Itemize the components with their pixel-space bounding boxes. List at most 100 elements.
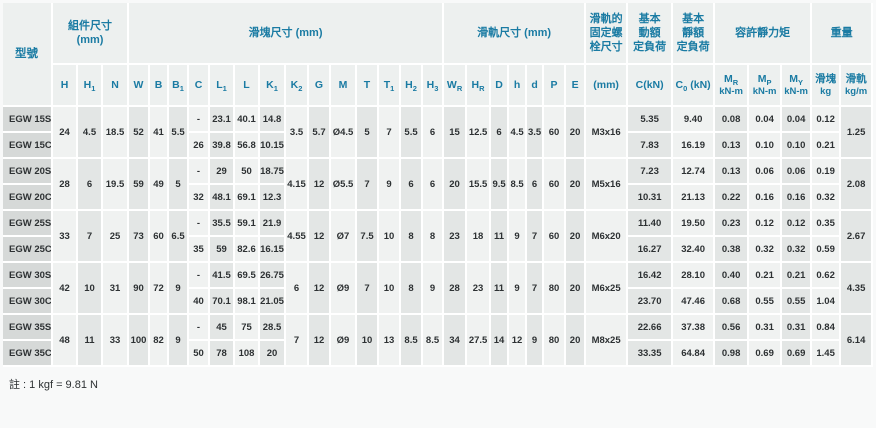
cell-HR: 12.5 [467,107,491,159]
cell-D: 11 [491,211,509,263]
cell-L: 82.6 [235,237,260,263]
cell-H2: 6 [401,159,423,211]
cell-bolt: M6x20 [586,211,628,263]
group-header-basic-dynamic-load: 基本 動額 定負荷 [628,3,673,65]
group-header-block: 滑塊尺寸 (mm) [129,3,444,65]
col-header-K2: K2 [286,65,309,107]
cell-G: 12 [309,263,331,315]
col-label-base: C [676,79,684,91]
col-label-base: E [572,79,579,91]
cell-CkN: 11.40 [628,211,673,237]
cell-H: 42 [53,263,78,315]
model-cell: EGW 35CB [3,341,53,367]
col-label-subscript: 2 [298,84,302,93]
cell-T: 7.5 [357,211,379,263]
cell-d: 7 [527,211,544,263]
model-column-header: 型號 [3,3,53,107]
cell-T: 10 [357,315,379,367]
cell-H3: 8.5 [423,315,444,367]
col-header-bolt: (mm) [586,65,628,107]
model-cell: EGW 35SB [3,315,53,341]
col-header-HR: HR [467,65,491,107]
cell-MR: 0.08 [715,107,749,133]
cell-MP: 0.06 [749,159,782,185]
cell-E: 20 [566,315,586,367]
cell-L: 69.1 [235,185,260,211]
cell-h: 12 [509,315,527,367]
col-header-rail_kg: 滑軌kg/m [841,65,873,107]
cell-G: 12 [309,211,331,263]
cell-MY: 0.06 [782,159,812,185]
cell-B1: 6.5 [169,211,189,263]
col-header-P: P [544,65,566,107]
col-header-d: d [527,65,544,107]
cell-D: 6 [491,107,509,159]
cell-K1: 12.3 [260,185,286,211]
col-header-H3: H3 [423,65,444,107]
footnote: 註 : 1 kgf = 9.81 N [3,367,873,392]
cell-rail_kg: 6.14 [841,315,873,367]
cell-rail_kg: 1.25 [841,107,873,159]
cell-K2: 7 [286,315,309,367]
cell-L: 40.1 [235,107,260,133]
cell-B1: 9 [169,263,189,315]
col-header-h: h [509,65,527,107]
cell-rail_kg: 4.35 [841,263,873,315]
col-label-base: G [315,79,323,91]
cell-MR: 0.38 [715,237,749,263]
cell-T1: 13 [379,315,401,367]
cell-block_kg: 0.62 [812,263,841,289]
group-header-basic-static-load: 基本 靜額 定負荷 [673,3,715,65]
cell-B: 49 [150,159,169,211]
col-header-L1: L1 [210,65,235,107]
cell-rail_kg: 2.08 [841,159,873,211]
row-egw-15sb: EGW 15SB244.518.552415.5-23.140.114.83.5… [3,107,873,133]
cell-bolt: M8x25 [586,315,628,367]
cell-C: 50 [189,341,210,367]
group-header-assembly: 組件尺寸 (mm) [53,3,129,65]
cell-H3: 6 [423,107,444,159]
cell-C: - [189,263,210,289]
col-label-base: H [405,79,413,91]
page: 型號組件尺寸 (mm)滑塊尺寸 (mm)滑軌尺寸 (mm)滑軌的 固定螺 栓尺寸… [0,0,876,395]
model-cell: EGW 30CB [3,289,53,315]
cell-K2: 3.5 [286,107,309,159]
cell-D: 9.5 [491,159,509,211]
col-label-subscript: 1 [180,84,184,93]
col-label-subscript: 1 [274,84,278,93]
cell-L: 50 [235,159,260,185]
cell-B: 41 [150,107,169,159]
cell-block_kg: 0.19 [812,159,841,185]
cell-block_kg: 1.04 [812,289,841,315]
col-label-subscript: 3 [434,84,438,93]
cell-M: Ø9 [331,315,357,367]
cell-K1: 21.9 [260,211,286,237]
cell-H2: 8 [401,263,423,315]
cell-G: 5.7 [309,107,331,159]
cell-WR: 23 [444,211,467,263]
cell-MY: 0.21 [782,263,812,289]
cell-L: 69.5 [235,263,260,289]
cell-MY: 0.69 [782,341,812,367]
row-egw-20sb: EGW 20SB28619.559495-295018.754.1512Ø5.5… [3,159,873,185]
col-header-H2: H2 [401,65,423,107]
cell-MY: 0.10 [782,133,812,159]
model-cell: EGW 30SB [3,263,53,289]
cell-MP: 0.12 [749,211,782,237]
cell-L1: 59 [210,237,235,263]
col-header-H: H [53,65,78,107]
col-label-base: d [531,79,537,91]
cell-E: 20 [566,211,586,263]
header-group-row: 型號組件尺寸 (mm)滑塊尺寸 (mm)滑軌尺寸 (mm)滑軌的 固定螺 栓尺寸… [3,3,873,65]
cell-B: 60 [150,211,169,263]
cell-bolt: M5x16 [586,159,628,211]
cell-L1: 39.8 [210,133,235,159]
col-header-B: B [150,65,169,107]
cell-block_kg: 0.84 [812,315,841,341]
col-header-C0kN: C0 (kN) [673,65,715,107]
cell-block_kg: 0.21 [812,133,841,159]
cell-WR: 34 [444,315,467,367]
col-label-base: M [724,73,733,85]
cell-H1: 7 [78,211,103,263]
cell-C: 26 [189,133,210,159]
